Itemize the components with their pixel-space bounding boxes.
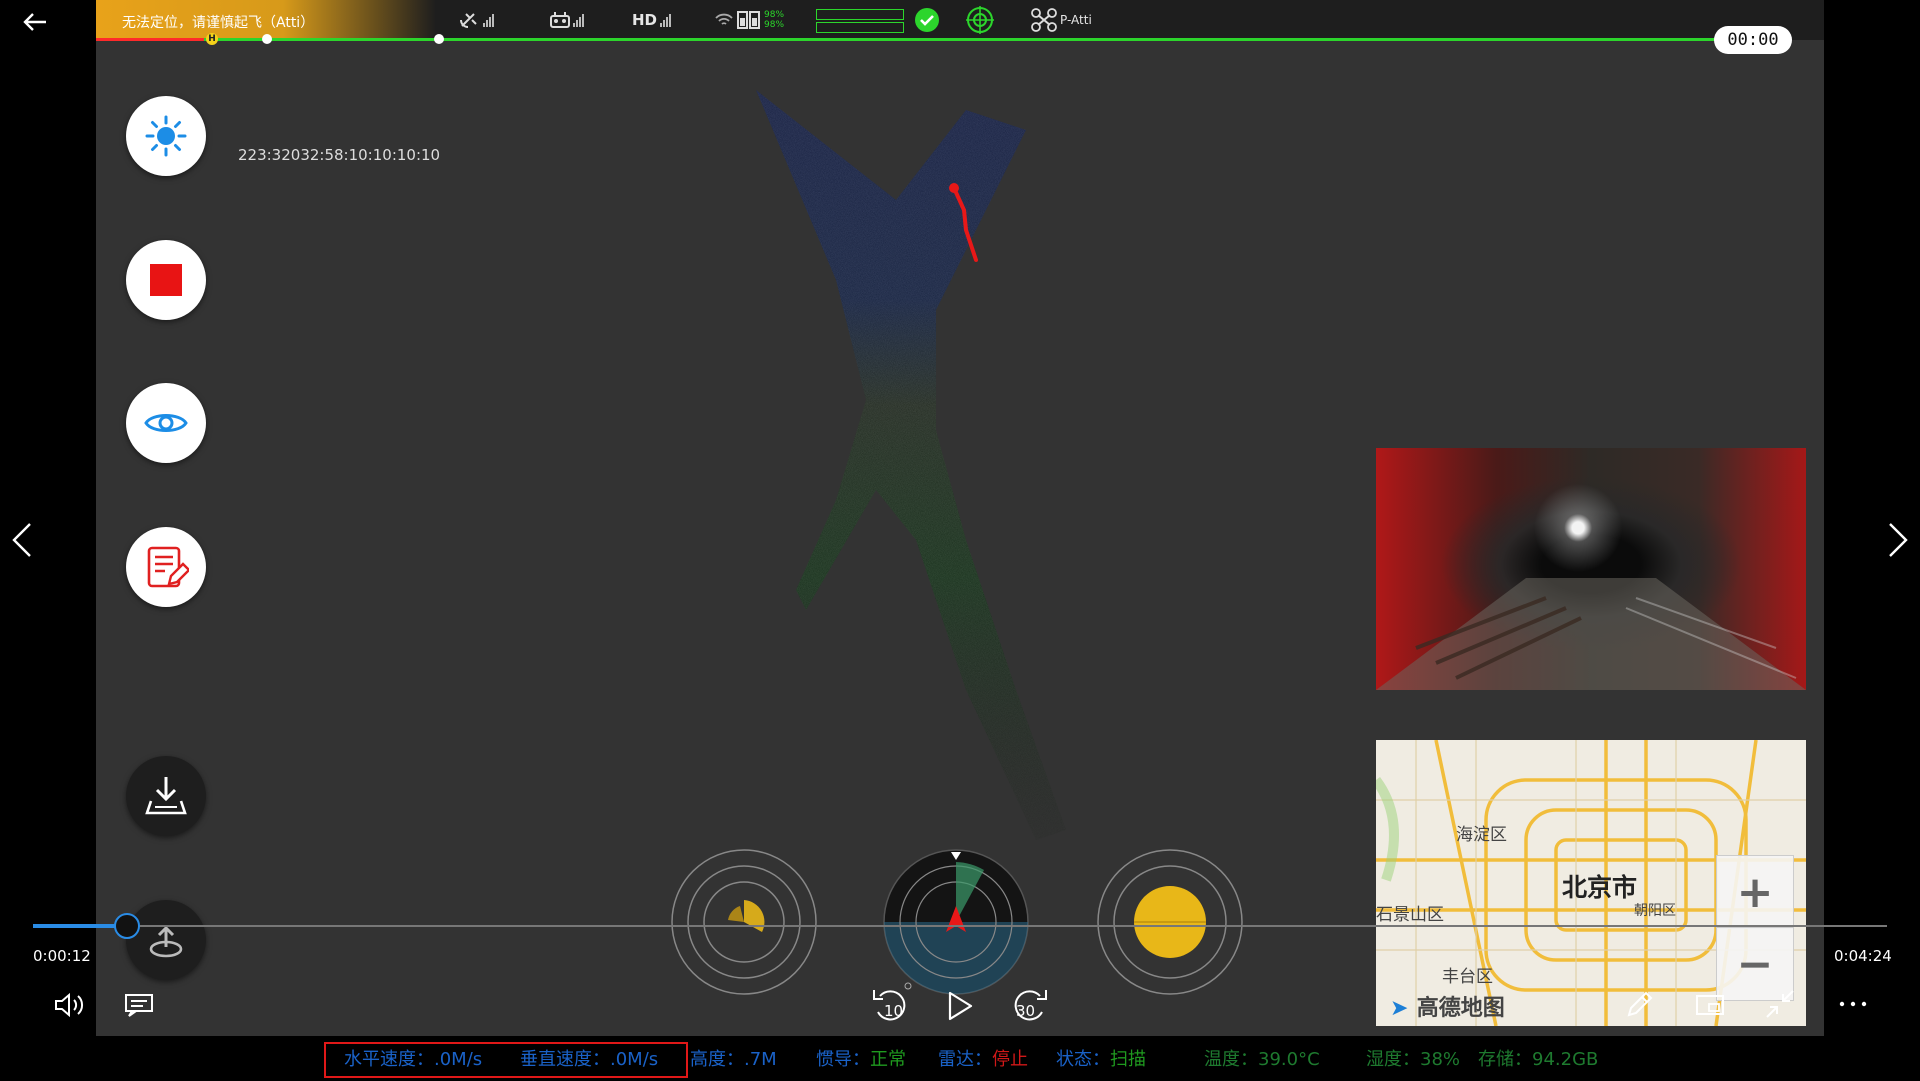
check-circle-icon xyxy=(915,8,939,32)
flight-progress-alert-segment xyxy=(96,38,204,41)
play-button[interactable] xyxy=(942,986,978,1026)
remote-signal-status xyxy=(550,8,584,32)
point-cloud-view xyxy=(756,90,1066,840)
target-lock-status xyxy=(966,6,994,34)
volume-button[interactable] xyxy=(50,988,88,1022)
pen-button[interactable] xyxy=(1622,986,1658,1022)
wifi-icon xyxy=(715,13,733,25)
seek-progress xyxy=(33,924,127,928)
satellite-icon xyxy=(460,13,477,28)
crosshair-icon xyxy=(966,6,994,34)
telemetry-vertical-speed: 垂直速度：.0M/s xyxy=(520,1049,659,1070)
hd-signal-status: HD xyxy=(632,8,672,32)
map-district-label: 丰台区 xyxy=(1442,967,1493,987)
telemetry-humidity: 湿度：38% xyxy=(1366,1049,1461,1070)
total-time: 0:04:24 xyxy=(1834,947,1892,965)
flight-timer: 00:00 xyxy=(1714,26,1792,54)
download-icon xyxy=(145,777,187,815)
coordinate-readout: 223:32032:58:10:10:10:10 xyxy=(238,146,441,164)
stop-square-icon xyxy=(150,264,182,296)
note-edit-icon xyxy=(147,546,189,588)
map-district-label: 朝阳区 xyxy=(1634,903,1676,919)
waypoint-marker xyxy=(262,34,272,44)
sun-icon xyxy=(145,115,187,157)
flight-mode-status: P-Atti xyxy=(1031,8,1092,32)
play-icon xyxy=(948,991,973,1021)
picture-in-picture-icon xyxy=(1696,995,1724,1015)
battery-voltage-2 xyxy=(816,22,904,33)
return-home-icon xyxy=(149,925,183,958)
signal-bars xyxy=(573,13,584,27)
map-city-label: 北京市 xyxy=(1562,873,1638,902)
hd-label: HD xyxy=(632,11,658,29)
notes-button[interactable] xyxy=(126,527,206,607)
flight-mode-label: P-Atti xyxy=(1060,13,1092,27)
seek-thumb[interactable] xyxy=(114,913,140,939)
battery-voltage-box xyxy=(816,7,906,35)
map-brand-icon: ➤ xyxy=(1390,996,1409,1021)
chevron-left-icon xyxy=(12,523,31,557)
exit-fullscreen-button[interactable] xyxy=(1762,986,1798,1022)
view-toggle-button[interactable] xyxy=(126,383,206,463)
drone-icon xyxy=(1031,8,1057,32)
app-frame: 无法定位，请谨慎起飞（Atti） H HD 98% 98% P-Atti 00:… xyxy=(96,0,1824,1036)
telemetry-temperature: 温度：39.0°C xyxy=(1204,1049,1320,1070)
signal-bars xyxy=(483,13,494,27)
brightness-button[interactable] xyxy=(126,96,206,176)
map-zoom-in-button[interactable]: + xyxy=(1716,855,1794,929)
telemetry-bar: 水平速度：.0M/s 垂直速度：.0M/s 高度：.7M 惯导：正常 雷达：停止… xyxy=(0,1036,1920,1081)
next-button[interactable] xyxy=(1882,520,1912,560)
telemetry-horizontal-speed: 水平速度：.0M/s xyxy=(344,1049,483,1070)
attitude-gauge xyxy=(1097,849,1243,995)
telemetry-height: 高度：.7M xyxy=(690,1049,777,1070)
download-button[interactable] xyxy=(126,756,206,836)
compass-gauge xyxy=(883,849,1029,995)
rewind-button[interactable]: 10 xyxy=(870,984,910,1028)
subtitles-button[interactable] xyxy=(120,988,158,1022)
map-district-label: 海淀区 xyxy=(1456,825,1507,845)
arrow-left-icon xyxy=(23,13,46,31)
volume-icon xyxy=(55,992,84,1018)
battery-2-percent: 98% xyxy=(764,20,785,30)
radar-gauge xyxy=(671,849,817,995)
map-brand-label: ➤ 高德地图 xyxy=(1390,990,1505,1022)
wifi-battery-status: 98% 98% xyxy=(714,8,784,32)
battery-voltage-1 xyxy=(816,9,904,20)
current-time: 0:00:12 xyxy=(33,947,91,965)
telemetry-state: 状态：扫描 xyxy=(1056,1049,1146,1070)
record-stop-button[interactable] xyxy=(126,240,206,320)
chevron-right-icon xyxy=(1889,523,1908,557)
system-check-status xyxy=(914,8,940,32)
eye-icon xyxy=(144,414,188,432)
picture-in-picture-button[interactable] xyxy=(1692,988,1728,1022)
subtitles-icon xyxy=(125,994,153,1017)
gps-signal-status xyxy=(458,8,494,32)
flight-progress-line xyxy=(96,38,1716,41)
battery-1-percent: 98% xyxy=(764,10,785,20)
more-button[interactable] xyxy=(1836,992,1870,1016)
rewind-seconds: 10 xyxy=(884,1002,904,1020)
more-icon xyxy=(1839,1001,1867,1007)
home-point-marker: H xyxy=(206,33,218,45)
map-brand-text: 高德地图 xyxy=(1416,996,1505,1021)
forward-button[interactable]: 30 xyxy=(1010,984,1050,1028)
telemetry-radar: 雷达：停止 xyxy=(938,1049,1028,1070)
back-button[interactable] xyxy=(20,8,50,36)
prev-button[interactable] xyxy=(8,520,38,560)
camera-feed[interactable] xyxy=(1376,448,1806,690)
battery-icon xyxy=(737,11,760,29)
waypoint-marker xyxy=(434,34,444,44)
signal-bars xyxy=(660,13,672,27)
telemetry-ins: 惯导：正常 xyxy=(816,1049,906,1070)
map-view[interactable]: 海淀区 石景山区 朝阳区 丰台区 北京市 + − ➤ 高德地图 xyxy=(1376,740,1806,1026)
seek-track[interactable] xyxy=(33,925,1887,927)
forward-seconds: 30 xyxy=(1016,1002,1036,1020)
pen-icon xyxy=(1627,991,1653,1017)
return-home-button[interactable] xyxy=(126,900,206,980)
telemetry-storage: 存储：94.2GB xyxy=(1478,1049,1599,1070)
tunnel-image xyxy=(1376,578,1806,690)
collapse-icon xyxy=(1766,990,1794,1018)
map-district-label: 石景山区 xyxy=(1376,905,1444,925)
remote-controller-icon xyxy=(550,12,570,28)
